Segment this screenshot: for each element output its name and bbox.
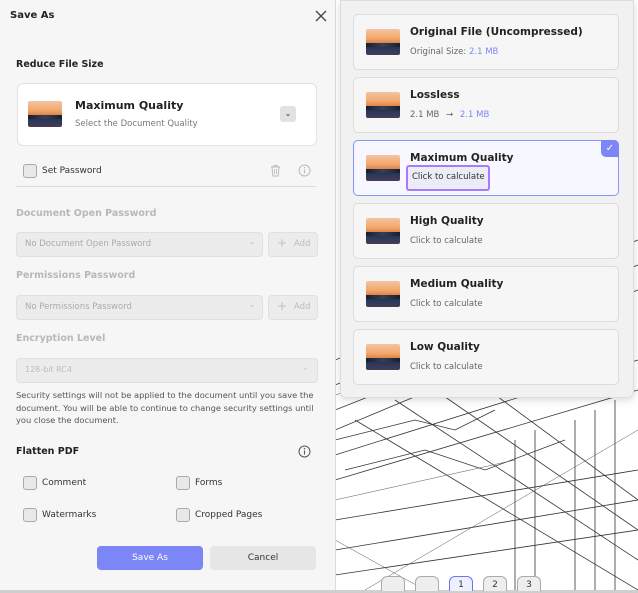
option-low-quality[interactable]: Low Quality Click to calculate [353, 329, 619, 385]
encryption-level-select[interactable]: 128-bit RC4 ⌄ [16, 358, 318, 383]
open-password-value: No Document Open Password [25, 239, 152, 249]
set-password-label: Set Password [42, 166, 102, 176]
sunset-thumbnail [366, 155, 400, 181]
quality-selector[interactable]: Maximum Quality Select the Document Qual… [17, 83, 317, 146]
permissions-password-label: Permissions Password [16, 270, 136, 281]
add-label: Add [294, 302, 311, 312]
original-size-label: Original Size: [410, 47, 469, 57]
option-title: High Quality [410, 215, 484, 227]
option-title: Lossless [410, 89, 460, 101]
size-before: 2.1 MB [410, 110, 440, 120]
close-icon[interactable] [314, 9, 328, 23]
comment-label: Comment [42, 478, 87, 488]
option-subtitle: 2.1 MB → 2.1 MB [410, 110, 489, 120]
add-open-password-button[interactable]: + Add [268, 232, 318, 257]
chevron-down-icon: ⌄ [301, 363, 309, 373]
calculate-label: Click to calculate [410, 362, 483, 372]
sunset-thumbnail [366, 29, 400, 55]
trash-icon[interactable] [268, 163, 283, 178]
arrow-right-icon: → [446, 110, 454, 120]
option-maximum-quality[interactable]: Maximum Quality Click to calculate ✓ [353, 140, 619, 196]
open-password-select[interactable]: No Document Open Password ⌄ [16, 232, 263, 257]
encryption-level-value: 128-bit RC4 [25, 365, 72, 374]
security-note: Security settings will not be applied to… [16, 390, 314, 426]
option-medium-quality[interactable]: Medium Quality Click to calculate [353, 266, 619, 322]
watermarks-checkbox[interactable] [23, 508, 37, 522]
set-password-checkbox[interactable] [23, 164, 37, 178]
encryption-level-label: Encryption Level [16, 333, 106, 344]
quality-title: Maximum Quality [75, 99, 184, 112]
page-2-tab[interactable]: 2 [483, 576, 507, 591]
sunset-thumbnail [28, 101, 62, 127]
page-1-tab[interactable]: 1 [449, 576, 473, 591]
sunset-thumbnail [366, 92, 400, 118]
save-as-button[interactable]: Save As [97, 546, 203, 570]
dialog-title: Save As [10, 10, 55, 21]
chevron-down-icon: ⌄ [248, 237, 256, 247]
calculate-label: Click to calculate [410, 236, 483, 246]
info-icon[interactable] [298, 164, 311, 177]
flatten-pdf-label: Flatten PDF [16, 446, 80, 457]
original-size-value: 2.1 MB [468, 47, 499, 57]
option-lossless[interactable]: Lossless 2.1 MB → 2.1 MB [353, 77, 619, 133]
save-as-dialog: Save As Reduce File Size Maximum Quality… [0, 0, 336, 590]
plus-icon: + [277, 236, 288, 250]
cropped-pages-label: Cropped Pages [195, 510, 263, 520]
reduce-file-size-label: Reduce File Size [16, 59, 104, 70]
watermarks-label: Watermarks [42, 510, 97, 520]
option-original-file[interactable]: Original File (Uncompressed) Original Si… [353, 14, 619, 70]
fit-page-icon[interactable] [415, 576, 439, 591]
open-password-label: Document Open Password [16, 208, 157, 219]
page-3-tab[interactable]: 3 [517, 576, 541, 591]
size-after: 2.1 MB [459, 110, 490, 120]
option-high-quality[interactable]: High Quality Click to calculate [353, 203, 619, 259]
calculate-label: Click to calculate [410, 299, 483, 309]
option-title: Medium Quality [410, 278, 504, 290]
option-title: Maximum Quality [410, 152, 514, 164]
option-title: Original File (Uncompressed) [410, 26, 583, 38]
add-permissions-password-button[interactable]: + Add [268, 295, 318, 320]
layout-icon[interactable] [381, 576, 405, 591]
divider [16, 186, 316, 187]
permissions-password-value: No Permissions Password [25, 302, 132, 312]
sunset-thumbnail [366, 218, 400, 244]
page-toolbar: 1 2 3 [375, 576, 638, 591]
sunset-thumbnail [366, 281, 400, 307]
info-icon[interactable] [298, 445, 311, 458]
plus-icon: + [277, 299, 288, 313]
calculate-label: Click to calculate [412, 172, 485, 182]
checkmark-icon: ✓ [601, 140, 619, 157]
calculate-link[interactable]: Click to calculate [406, 165, 490, 191]
comment-checkbox[interactable] [23, 476, 37, 490]
add-label: Add [294, 239, 311, 249]
sunset-thumbnail [366, 344, 400, 370]
cancel-button[interactable]: Cancel [210, 546, 316, 570]
forms-checkbox[interactable] [176, 476, 190, 490]
cropped-pages-checkbox[interactable] [176, 508, 190, 522]
quality-subtitle: Select the Document Quality [75, 119, 198, 129]
permissions-password-select[interactable]: No Permissions Password ⌄ [16, 295, 263, 320]
option-subtitle: Original Size: 2.1 MB [410, 47, 498, 57]
forms-label: Forms [195, 478, 223, 488]
quality-dropdown: Original File (Uncompressed) Original Si… [340, 0, 634, 398]
chevron-down-icon[interactable]: ⌄ [280, 106, 296, 122]
chevron-down-icon: ⌄ [248, 300, 256, 310]
option-title: Low Quality [410, 341, 480, 353]
